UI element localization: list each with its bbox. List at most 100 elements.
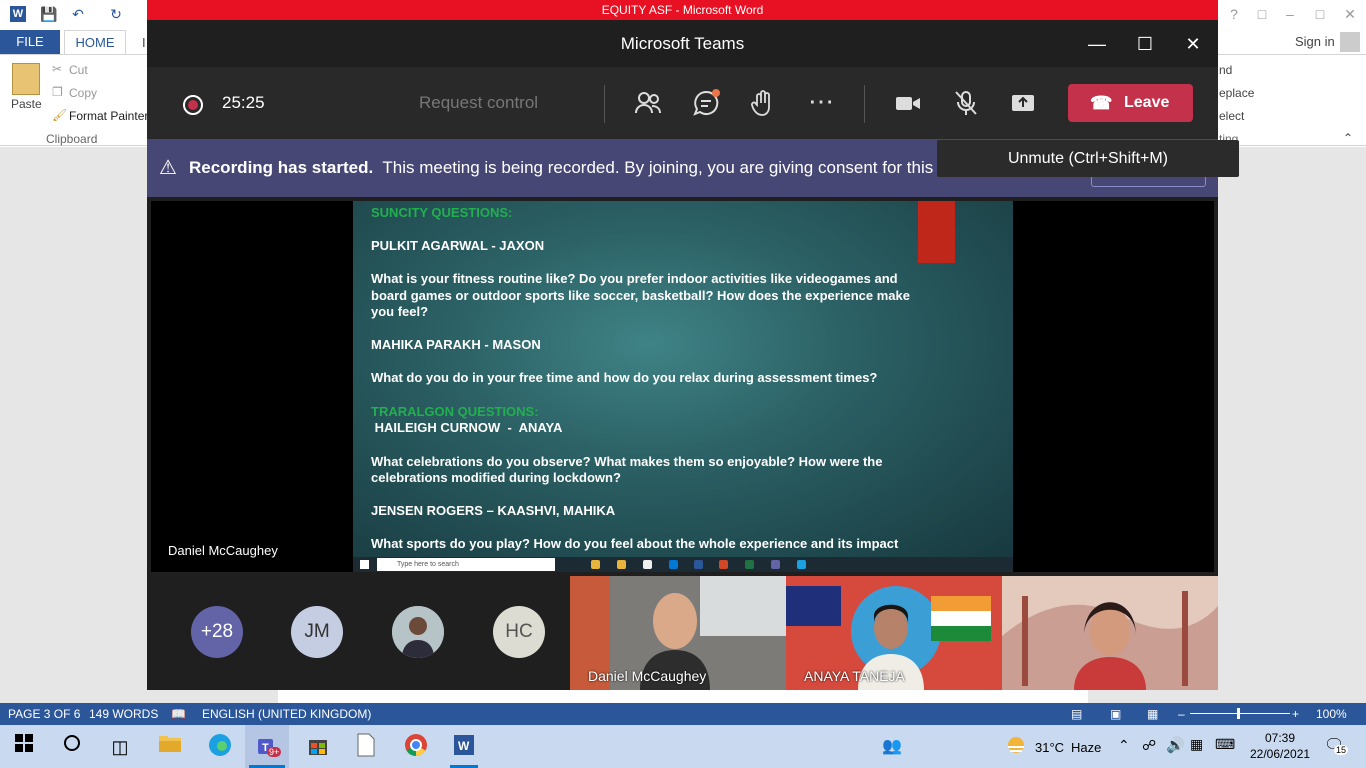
avatar-photo[interactable] [392,606,444,658]
video-tile-participant[interactable] [1002,576,1218,690]
ribbon-display-icon[interactable]: □ [1254,6,1270,22]
read-mode-icon[interactable]: ▤ [1071,707,1082,721]
share-content-button[interactable] [1008,89,1038,119]
cut-button[interactable]: Cut [69,63,88,77]
weather-icon[interactable] [1002,733,1030,761]
teams-titlebar: Microsoft Teams — ☐ ✕ [147,20,1218,67]
page-count[interactable]: PAGE 3 OF 6 [8,707,80,721]
paste-icon[interactable] [12,63,40,95]
volume-icon[interactable]: 🔊 [1166,736,1185,754]
avatar-jm[interactable]: JM [291,606,343,658]
tray-overflow-icon[interactable]: ⌃ [1118,737,1130,754]
edge-icon[interactable] [206,733,234,761]
teams-window: Microsoft Teams — ☐ ✕ 25:25 Request cont… [147,20,1239,690]
proofing-icon[interactable]: 📖 [171,707,186,721]
slide-line: TRARALGON QUESTIONS: [371,404,539,419]
zoom-out-icon[interactable]: – [1178,707,1185,721]
zoom-level[interactable]: 100% [1316,707,1347,721]
teams-minimize-icon[interactable]: — [1085,32,1109,56]
word-close-icon[interactable]: ✕ [1342,6,1358,22]
clipboard-group-label: Clipboard [46,132,98,146]
replace-button-partial[interactable]: eplace [1219,86,1254,100]
participant-gallery: +28 JM HC Daniel McCaughey ANAYA TANEJA [147,576,1218,690]
chat-button[interactable] [691,89,721,119]
slide-line: What do you do in your free time and how… [371,370,878,385]
format-painter-button[interactable]: Format Painter [69,109,148,123]
video-tile-daniel[interactable]: Daniel McCaughey [570,576,786,690]
system-clock[interactable]: 07:39 22/06/2021 [1250,730,1310,762]
more-participants-button[interactable]: +28 [191,606,243,658]
cortana-icon [64,735,80,751]
help-icon[interactable]: ? [1226,6,1242,22]
clock-time: 07:39 [1264,731,1296,745]
search-button[interactable] [58,733,86,761]
shared-app-icon [643,560,652,569]
file-explorer-icon[interactable] [156,733,184,761]
copy-button[interactable]: Copy [69,86,97,100]
teams-close-icon[interactable]: ✕ [1181,32,1205,56]
action-center-button[interactable]: 🗨 15 [1322,735,1349,757]
shared-screen: SUNCITY QUESTIONS: PULKIT AGARWAL - JAXO… [151,201,1214,572]
toolbar-divider [864,85,865,123]
word-window-title: EQUITY ASF - Microsoft Word [147,0,1218,20]
participant-name: ANAYA TANEJA [804,668,905,684]
tab-file[interactable]: FILE [0,30,60,54]
save-icon[interactable]: 💾 [40,6,57,22]
keyboard-icon[interactable]: ⌨ [1215,736,1235,753]
word-minimize-icon[interactable]: – [1282,6,1298,22]
weather-description[interactable]: Haze [1071,740,1101,755]
zoom-in-icon[interactable]: + [1292,707,1299,721]
video-tile-anaya[interactable]: ANAYA TANEJA [786,576,1002,690]
word-maximize-icon[interactable]: □ [1312,6,1328,22]
chat-icon [693,89,720,116]
tab-home[interactable]: HOME [64,30,126,55]
raise-hand-button[interactable] [748,89,778,119]
redo-icon[interactable]: ↻ [108,6,124,22]
participants-button[interactable] [633,89,663,119]
camera-button[interactable] [893,89,923,119]
unmute-button[interactable] [951,89,981,119]
paste-button[interactable]: Paste [11,97,42,111]
teams-maximize-icon[interactable]: ☐ [1133,32,1157,56]
sign-in-link[interactable]: Sign in [1295,34,1335,49]
zoom-slider[interactable] [1190,713,1290,714]
language-indicator[interactable]: ENGLISH (UNITED KINGDOM) [202,707,371,721]
leave-button[interactable]: ☎ Leave [1068,84,1193,122]
recording-banner-text: This meeting is being recorded. By joini… [382,158,953,177]
shared-app-icon [591,560,600,569]
store-icon[interactable] [304,733,332,761]
teams-taskbar-active[interactable]: T 9+ [245,725,289,768]
document-app-icon[interactable] [352,733,380,761]
request-control-button[interactable]: Request control [419,93,538,113]
network-icon[interactable]: ▦ [1190,736,1203,753]
shared-app-icon [617,560,626,569]
account-avatar-icon[interactable] [1340,32,1360,52]
chrome-icon[interactable] [402,733,430,761]
copy-icon: ❐ [52,85,63,99]
network-adapter-icon[interactable]: ☍ [1142,737,1156,754]
start-button[interactable] [10,733,38,761]
task-view-icon[interactable]: ◫ [106,733,134,761]
undo-icon[interactable]: ↶ [70,6,86,22]
shared-app-icon [797,560,806,569]
recording-banner-title: Recording has started. [189,158,374,177]
find-button-partial[interactable]: nd [1219,63,1232,77]
print-layout-icon[interactable]: ▣ [1110,707,1121,721]
select-button-partial[interactable]: elect [1219,109,1244,123]
word-app-icon: W [10,6,26,22]
more-options-icon[interactable]: ⋯ [806,88,836,119]
zoom-slider-thumb[interactable] [1237,708,1240,719]
tab-insert-partial[interactable]: I [142,35,146,50]
weather-temperature[interactable]: 31°C [1035,740,1064,755]
word-taskbar-icon[interactable]: W [450,733,478,768]
meeting-timer: 25:25 [222,93,265,112]
word-statusbar: PAGE 3 OF 6 149 WORDS 📖 ENGLISH (UNITED … [0,703,1366,725]
shared-app-icon [719,560,728,569]
shared-search-box: Type here to search [377,558,555,571]
raise-hand-icon [751,90,770,116]
people-icon[interactable]: 👥 [878,733,906,761]
collapse-ribbon-icon[interactable]: ⌃ [1343,131,1353,145]
web-layout-icon[interactable]: ▦ [1147,707,1158,721]
avatar-hc[interactable]: HC [493,606,545,658]
word-count[interactable]: 149 WORDS [89,707,158,721]
